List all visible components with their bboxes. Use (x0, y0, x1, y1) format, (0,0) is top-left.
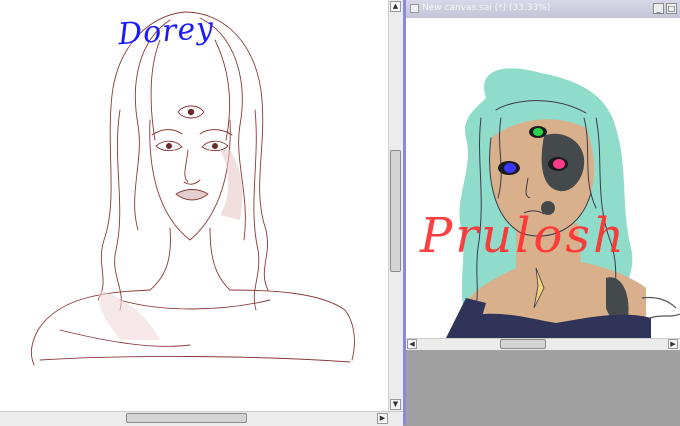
maximize-button[interactable]: □ (666, 3, 677, 14)
line-art-drawing (30, 11, 355, 366)
handwritten-name-blue: Dorey (116, 10, 216, 53)
minimize-button[interactable]: _ (653, 3, 664, 14)
left-vertical-scroll-thumb[interactable] (390, 150, 401, 272)
handwritten-name-red: Prulosh (420, 208, 627, 264)
color-canvas[interactable]: Prulosh (406, 18, 680, 338)
scroll-up-button[interactable]: ▲ (390, 1, 401, 12)
scroll-down-button[interactable]: ▼ (390, 399, 401, 410)
right-scroll-left-button[interactable]: ◀ (407, 339, 417, 349)
document-icon (410, 4, 419, 13)
colored-drawing (446, 68, 680, 338)
workspace-background (406, 350, 680, 425)
right-window-title: New canvas.sai (*) (33.33%) (422, 3, 551, 13)
right-horizontal-scroll-thumb[interactable] (500, 339, 546, 349)
left-horizontal-scroll-thumb[interactable] (126, 413, 247, 423)
right-scroll-right-button[interactable]: ▶ (668, 339, 678, 349)
sketch-canvas[interactable]: Dorey (0, 0, 388, 410)
scroll-right-button[interactable]: ▶ (377, 413, 388, 424)
